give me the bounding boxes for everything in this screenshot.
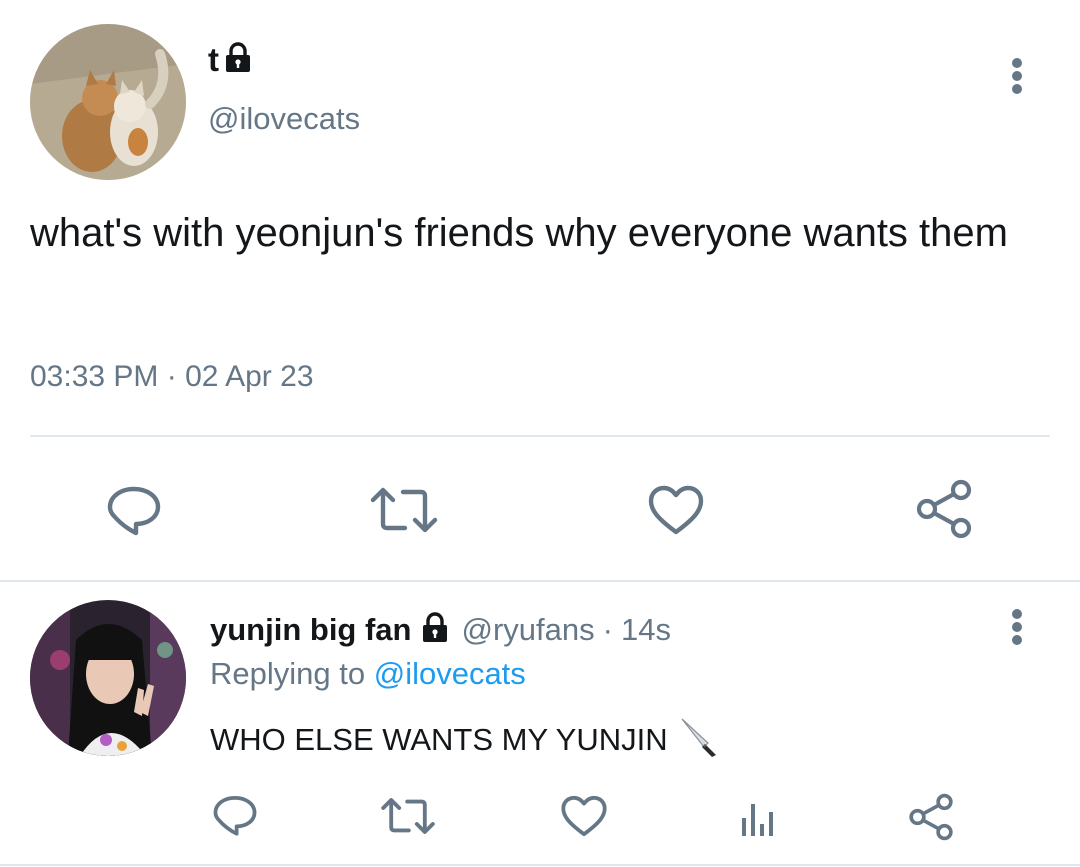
analytics-button[interactable]	[736, 796, 780, 840]
share-icon	[908, 793, 954, 841]
divider	[0, 580, 1080, 582]
replying-to-handle[interactable]: @ilovecats	[374, 656, 526, 691]
lock-icon	[420, 611, 450, 649]
like-button[interactable]	[560, 794, 608, 838]
replying-to-line: Replying to @ilovecats	[210, 656, 526, 692]
retweet-button[interactable]	[380, 794, 436, 838]
replying-to-label: Replying to	[210, 656, 366, 691]
analytics-icon	[738, 798, 778, 838]
reply-button[interactable]	[212, 792, 258, 838]
share-icon	[915, 479, 973, 539]
like-icon	[647, 484, 705, 536]
more-options-icon[interactable]	[1011, 609, 1023, 645]
separator: ·	[602, 612, 613, 647]
divider	[30, 435, 1050, 437]
handle[interactable]: @ilovecats	[208, 101, 360, 137]
retweet-icon	[369, 484, 439, 536]
handle[interactable]: @ryufans	[462, 612, 595, 648]
tweet-text: what's with yeonjun's friends why everyo…	[30, 211, 1008, 255]
reply-text: WHO ELSE WANTS MY YUNJIN	[210, 722, 668, 757]
share-button[interactable]	[906, 792, 956, 842]
retweet-button[interactable]	[368, 482, 440, 538]
reply-icon	[106, 483, 162, 537]
share-button[interactable]	[914, 478, 974, 540]
tweet-timestamp: 03:33 PM · 02 Apr 23	[30, 360, 314, 393]
like-icon	[560, 794, 608, 838]
avatar-main[interactable]	[30, 24, 186, 180]
reply-icon	[212, 793, 258, 837]
like-button[interactable]	[646, 482, 706, 538]
tweet-age: 14s	[620, 612, 671, 647]
display-name[interactable]: t	[208, 41, 219, 79]
divider	[0, 864, 1080, 866]
display-name[interactable]: yunjin big fan	[210, 612, 412, 648]
lock-icon	[223, 41, 253, 79]
more-options-icon[interactable]	[1011, 58, 1023, 94]
reply-text-line: WHO ELSE WANTS MY YUNJIN 🔪	[210, 715, 720, 765]
retweet-icon	[380, 795, 436, 837]
knife-icon	[678, 715, 720, 765]
avatar-reply[interactable]	[30, 600, 186, 756]
reply-button[interactable]	[104, 482, 164, 538]
